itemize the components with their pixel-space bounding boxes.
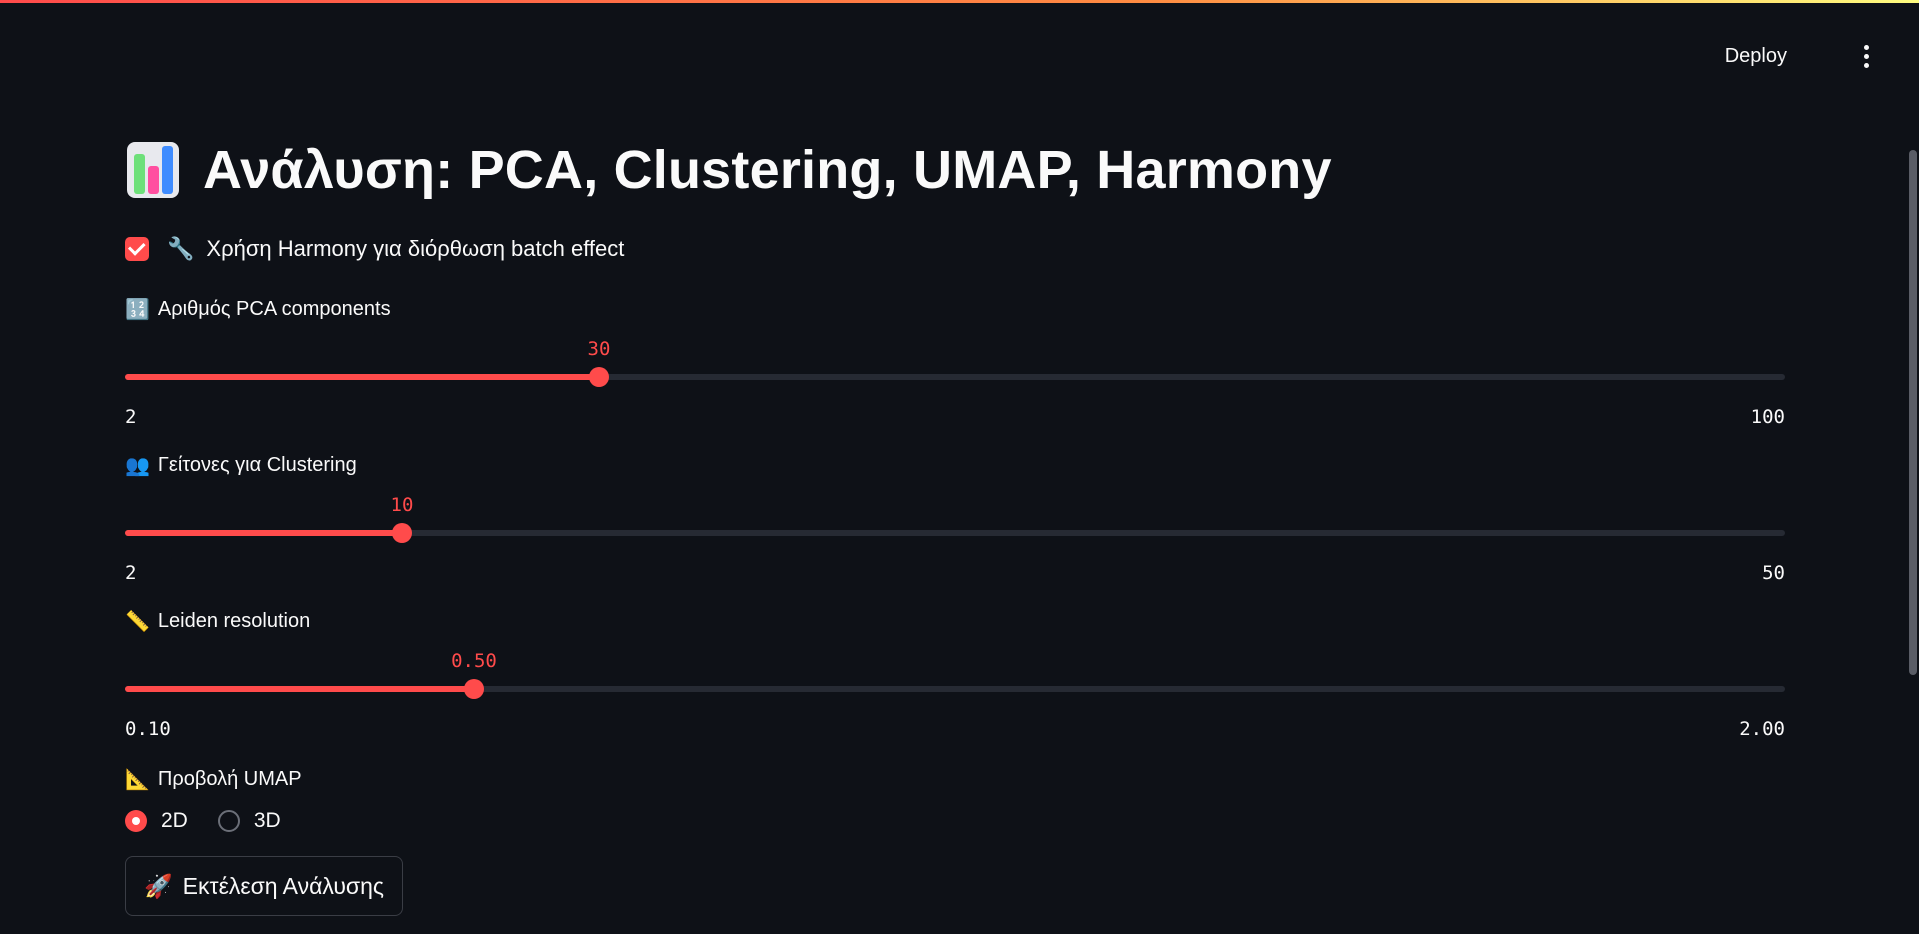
leiden-resolution-slider: 📏 Leiden resolution 0.50 0.10 2.00 <box>125 606 1787 740</box>
slider-min: 0.10 <box>125 718 171 740</box>
harmony-checkbox-label: Χρήση Harmony για διόρθωση batch effect <box>206 236 625 261</box>
slider-track[interactable] <box>125 367 1785 387</box>
umap-view-label: 📐 Προβολή UMAP <box>125 764 1787 794</box>
slider-label-text: Γείτονες για Clustering <box>157 453 357 476</box>
slider-fill <box>125 374 599 380</box>
slider-label: 🔢 Αριθμός PCA components <box>125 294 1787 324</box>
slider-max: 2.00 <box>1739 718 1785 740</box>
run-analysis-button[interactable]: 🚀 Εκτέλεση Ανάλυσης <box>125 856 404 916</box>
slider-thumb[interactable] <box>464 679 484 699</box>
slider-min: 2 <box>125 562 137 584</box>
slider-label-text: Αριθμός PCA components <box>157 297 391 320</box>
slider-label: 👥 Γείτονες για Clustering <box>125 450 1787 480</box>
scrollbar[interactable] <box>1909 150 1917 675</box>
radio-label-3d: 3D <box>253 809 281 832</box>
radio-label-2d: 2D <box>161 809 188 832</box>
slider-value: 30 <box>587 338 611 360</box>
clustering-neighbors-slider: 👥 Γείτονες για Clustering 10 2 50 <box>125 450 1787 584</box>
triangle-ruler-icon: 📐 <box>125 768 150 791</box>
checkmark-icon <box>127 238 146 256</box>
bar-chart-icon <box>125 140 181 200</box>
slider-label-text: Leiden resolution <box>157 609 311 632</box>
pca-components-slider: 🔢 Αριθμός PCA components 30 2 100 <box>125 294 1787 428</box>
slider-fill <box>125 686 474 692</box>
radio-option-3d[interactable]: 3D <box>217 809 281 833</box>
slider-thumb[interactable] <box>392 523 412 543</box>
page-title: Ανάλυση: PCA, Clustering, UMAP, Harmony <box>203 140 1332 200</box>
slider-max: 50 <box>1762 562 1785 584</box>
slider-track[interactable] <box>125 679 1785 699</box>
slider-min: 2 <box>125 406 137 428</box>
numbers-icon: 🔢 <box>125 298 150 321</box>
harmony-checkbox-row[interactable]: 🔧 Χρήση Harmony για διόρθωση batch effec… <box>125 232 1787 266</box>
people-icon: 👥 <box>125 454 150 477</box>
rocket-icon: 🚀 <box>144 872 173 899</box>
slider-track[interactable] <box>125 523 1785 543</box>
ruler-icon: 📏 <box>125 610 150 633</box>
slider-fill <box>125 530 402 536</box>
slider-value: 0.50 <box>451 650 497 672</box>
title-row: Ανάλυση: PCA, Clustering, UMAP, Harmony <box>125 130 1787 210</box>
umap-view-radio-group: 2D 3D <box>125 804 1787 838</box>
slider-value: 10 <box>390 494 414 516</box>
slider-thumb[interactable] <box>589 367 609 387</box>
umap-view-label-text: Προβολή UMAP <box>157 767 302 790</box>
app-page: Deploy Ανάλυση: PCA, Clustering, UMAP, H… <box>0 0 1919 934</box>
radio-option-2d[interactable]: 2D <box>125 809 188 833</box>
wrench-icon: 🔧 <box>167 236 195 261</box>
run-analysis-label: Εκτέλεση Ανάλυσης <box>182 872 385 899</box>
main-content: Ανάλυση: PCA, Clustering, UMAP, Harmony … <box>125 130 1787 916</box>
header-toolbar: Deploy <box>0 0 1919 110</box>
slider-label: 📏 Leiden resolution <box>125 606 1787 636</box>
radio-button-selected[interactable] <box>125 810 147 832</box>
deploy-button[interactable]: Deploy <box>1713 36 1799 76</box>
kebab-menu-icon[interactable] <box>1851 36 1881 76</box>
slider-max: 100 <box>1750 406 1785 428</box>
harmony-checkbox[interactable] <box>125 237 149 261</box>
radio-button-unselected[interactable] <box>217 810 240 832</box>
